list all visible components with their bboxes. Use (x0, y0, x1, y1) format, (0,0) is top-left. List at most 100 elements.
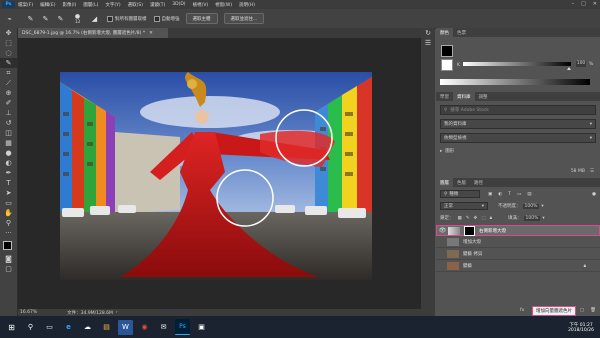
layer-thumbnail[interactable] (447, 261, 459, 270)
word-icon[interactable]: W (118, 319, 133, 335)
menu-item-1[interactable]: 編輯(E) (40, 2, 55, 8)
lock-all-icon[interactable]: 🔒︎ (490, 215, 492, 221)
tab-color[interactable]: 顏色 (436, 28, 453, 37)
menu-item-4[interactable]: 文字(Y) (105, 2, 120, 8)
auto-enhance-checkbox[interactable]: 自動增強 (153, 15, 180, 22)
edge-browser-icon[interactable]: e (61, 320, 76, 335)
search-taskbar-icon[interactable]: ⚲ (23, 320, 38, 335)
hand-tool-icon[interactable]: ✋ (0, 208, 17, 218)
color-ramp[interactable] (440, 79, 590, 85)
filter-adjust-icon[interactable]: ◐ (498, 192, 502, 197)
clone-stamp-tool-icon[interactable]: ⊥ (0, 108, 17, 118)
opacity-value[interactable]: 100% (522, 203, 540, 209)
lock-position-icon[interactable]: ✥ (474, 216, 478, 221)
pen-tool-icon[interactable]: ✒ (0, 168, 17, 178)
add-selection-icon[interactable]: ✎ (40, 13, 51, 24)
quick-selection-preset-icon[interactable]: ⌁ (4, 13, 15, 24)
app-taskbar-icon[interactable]: ▣ (194, 320, 209, 335)
blend-mode-select[interactable]: 正常 ▾ (440, 202, 488, 210)
gradient-tool-icon[interactable]: ▦ (0, 138, 17, 148)
explorer-icon[interactable]: ▤ (99, 320, 114, 335)
select-and-mask-button[interactable]: 選取並遮住... (223, 13, 265, 24)
close-tab-icon[interactable]: ✕ (149, 31, 153, 36)
graphics-group[interactable]: ▸ 圖形 (440, 148, 596, 155)
delete-layer-icon[interactable]: 🗑︎ (590, 308, 596, 313)
tab-paths[interactable]: 路徑 (470, 180, 487, 186)
chrome-icon[interactable]: ◉ (137, 320, 152, 335)
layer-filter-select[interactable]: ⚲ 種類 (440, 190, 480, 198)
layer-row[interactable]: 變藝 拷貝 (436, 248, 600, 260)
type-tool-icon[interactable]: T (0, 178, 17, 188)
path-selection-tool-icon[interactable]: ➤ (0, 188, 17, 198)
layer-name[interactable]: 增加大燈 (463, 239, 481, 245)
info-arrow-icon[interactable]: › (116, 310, 118, 315)
menu-item-0[interactable]: 檔案(F) (18, 2, 33, 8)
layer-name[interactable]: 右側新增大燈 (479, 228, 506, 234)
photoshop-taskbar-icon[interactable]: Ps (175, 319, 190, 335)
menu-item-5[interactable]: 選取(S) (128, 2, 143, 8)
document-info[interactable]: 文件：34.9M/128.6M (67, 310, 113, 316)
chevron-down-icon[interactable]: ▾ (542, 216, 544, 221)
layer-name[interactable]: 變藝 (463, 263, 472, 269)
layer-thumbnail[interactable] (447, 249, 459, 258)
view-by-select[interactable]: 依類型檢視 ▾ (440, 133, 596, 143)
filter-toggle-icon[interactable]: ● (592, 192, 596, 197)
link-layers-icon[interactable]: fx (520, 308, 524, 313)
tab-layers[interactable]: 圖層 (436, 178, 453, 187)
background-color-chip[interactable] (441, 59, 453, 71)
maximize-button[interactable]: □ (581, 1, 586, 7)
mail-icon[interactable]: ✉ (156, 320, 171, 335)
close-button[interactable]: ✕ (593, 1, 597, 7)
tab-channels[interactable]: 色版 (453, 180, 470, 186)
taskbar-clock[interactable]: 下午 01:27 2018/10/26 (568, 322, 594, 333)
color-swatches[interactable] (0, 238, 17, 254)
layer-row[interactable]: 變藝 🔒︎ (436, 260, 600, 272)
menu-item-6[interactable]: 濾鏡(T) (150, 2, 165, 8)
move-tool-icon[interactable]: ✥ (0, 28, 17, 38)
tab-learn[interactable]: 學習 (436, 94, 453, 100)
healing-brush-tool-icon[interactable]: ⊕ (0, 88, 17, 98)
menu-item-9[interactable]: 視窗(W) (215, 2, 232, 8)
eyedropper-tool-icon[interactable]: ⟋ (0, 78, 17, 88)
subtract-selection-icon[interactable]: ✎ (55, 13, 66, 24)
zoom-level[interactable]: 16.67% (20, 310, 37, 315)
start-button[interactable]: ⊞ (4, 320, 19, 335)
document-tab[interactable]: DSC_6879-1.jpg @ 16.7% (右側新增大燈, 圖層遮色片/8)… (18, 28, 168, 38)
panel-menu-icon[interactable]: ☰ (590, 169, 594, 174)
more-tools-icon[interactable]: ··· (0, 228, 17, 238)
brush-size-picker[interactable]: ● 13 (72, 13, 83, 24)
foreground-color-chip[interactable] (441, 45, 453, 57)
marquee-tool-icon[interactable]: ⬚ (0, 38, 17, 48)
layer-thumbnail[interactable] (447, 237, 459, 246)
menu-item-2[interactable]: 影像(I) (62, 2, 76, 8)
library-select[interactable]: 我的資料庫 ▾ (440, 119, 596, 129)
fill-value[interactable]: 100% (523, 215, 541, 221)
crop-tool-icon[interactable]: ⌗ (0, 68, 17, 78)
rectangle-tool-icon[interactable]: ▭ (0, 198, 17, 208)
layer-row[interactable]: 增加大燈 (436, 236, 600, 248)
select-subject-button[interactable]: 選取主體 (185, 13, 218, 24)
new-layer-icon[interactable]: ▢ (580, 308, 584, 313)
lock-pixels-icon[interactable]: ▦ (458, 216, 462, 221)
k-slider-handle[interactable] (567, 67, 571, 70)
history-brush-tool-icon[interactable]: ↺ (0, 118, 17, 128)
filter-pixel-icon[interactable]: ▣ (488, 192, 492, 197)
menu-item-7[interactable]: 3D(D) (172, 2, 185, 8)
angle-icon[interactable]: ◢ (89, 13, 100, 24)
lock-paint-icon[interactable]: ✎ (466, 216, 470, 221)
menu-item-10[interactable]: 說明(H) (239, 2, 255, 8)
task-view-icon[interactable]: ▭ (42, 320, 57, 335)
foreground-color-swatch[interactable] (3, 241, 12, 250)
chevron-down-icon[interactable]: ▾ (541, 204, 543, 209)
lasso-tool-icon[interactable]: ◌ (0, 48, 17, 58)
tab-swatches[interactable]: 色票 (453, 30, 470, 36)
k-value[interactable]: 100 (576, 61, 586, 67)
dodge-tool-icon[interactable]: ◐ (0, 158, 17, 168)
k-slider[interactable] (463, 62, 571, 66)
quick-selection-tool-icon[interactable]: ✎ (0, 58, 17, 68)
tab-adjustments[interactable]: 調整 (475, 94, 492, 100)
history-panel-icon[interactable]: ↻ (421, 28, 435, 38)
minimize-button[interactable]: – (572, 1, 575, 7)
filter-type-icon[interactable]: T (508, 192, 511, 197)
layer-mask-thumbnail[interactable] (464, 225, 475, 236)
